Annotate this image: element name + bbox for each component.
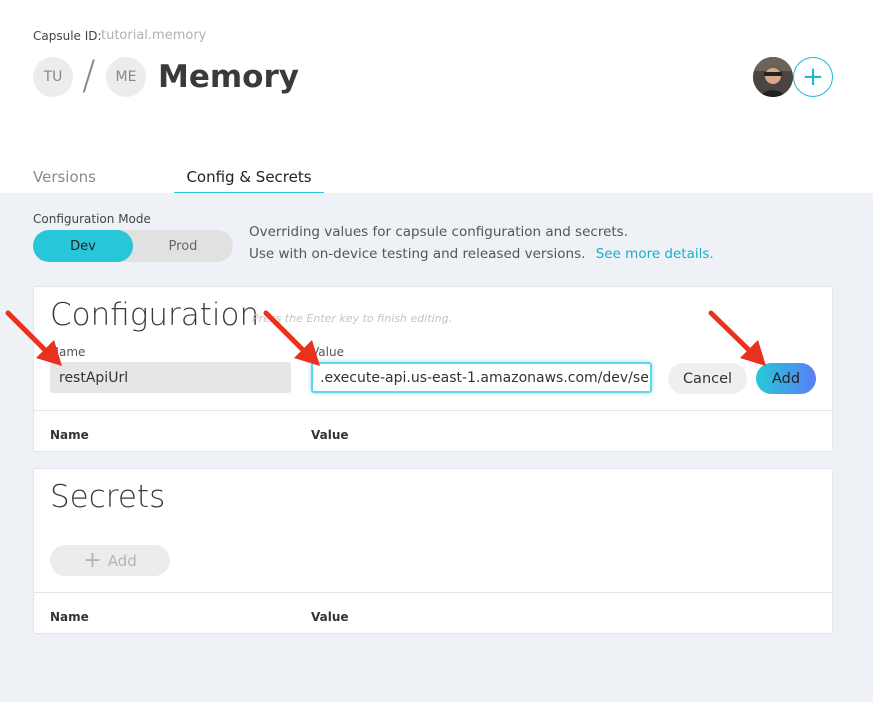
mode-option-dev[interactable]: Dev	[33, 230, 133, 262]
capsule-id-label: Capsule ID:	[33, 29, 102, 43]
add-secret-label: Add	[107, 551, 137, 570]
secrets-card: Secrets + Add Name Value	[33, 468, 833, 634]
see-more-details-link[interactable]: See more details.	[596, 246, 714, 262]
cancel-button[interactable]: Cancel	[668, 363, 747, 394]
value-field-label: Value	[311, 345, 344, 359]
add-config-button[interactable]: Add	[756, 363, 816, 394]
configuration-mode-label: Configuration Mode	[33, 212, 151, 226]
config-divider	[34, 410, 832, 411]
secrets-divider	[34, 592, 832, 593]
add-secret-button[interactable]: + Add	[50, 545, 170, 576]
namespace-badge[interactable]: TU	[33, 57, 73, 97]
config-column-name[interactable]: Name	[50, 428, 89, 442]
mode-description-line2: Use with on-device testing and released …	[249, 246, 714, 262]
mode-description-text: Use with on-device testing and released …	[249, 246, 586, 262]
configuration-card: Configuration Press the Enter key to fin…	[33, 286, 833, 452]
secrets-title: Secrets	[50, 479, 166, 515]
config-value-input[interactable]: .execute-api.us-east-1.amazonaws.com/dev…	[311, 362, 652, 393]
mode-option-prod[interactable]: Prod	[133, 230, 233, 262]
page-title: Memory	[158, 59, 299, 95]
avatar[interactable]	[753, 57, 793, 97]
mode-description-line1: Overriding values for capsule configurat…	[249, 224, 628, 240]
add-collaborator-button[interactable]: +	[793, 57, 833, 97]
tab-versions[interactable]: Versions	[33, 168, 96, 186]
config-name-input[interactable]: restApiUrl	[50, 362, 291, 393]
secrets-column-name[interactable]: Name	[50, 610, 89, 624]
capsule-badge[interactable]: ME	[106, 57, 146, 97]
breadcrumb-separator: /	[82, 53, 96, 99]
editing-hint: Press the Enter key to finish editing.	[252, 312, 453, 325]
configuration-mode-toggle: Dev Prod	[33, 230, 233, 262]
configuration-title: Configuration	[50, 297, 260, 333]
secrets-column-value[interactable]: Value	[311, 610, 349, 624]
name-field-label: Name	[50, 345, 86, 359]
tab-config-secrets[interactable]: Config & Secrets	[174, 168, 324, 194]
plus-icon: +	[83, 547, 102, 573]
plus-icon: +	[802, 62, 824, 92]
user-avatar-icon	[753, 57, 793, 97]
capsule-id-value: tutorial.memory	[101, 28, 207, 43]
config-column-value[interactable]: Value	[311, 428, 349, 442]
